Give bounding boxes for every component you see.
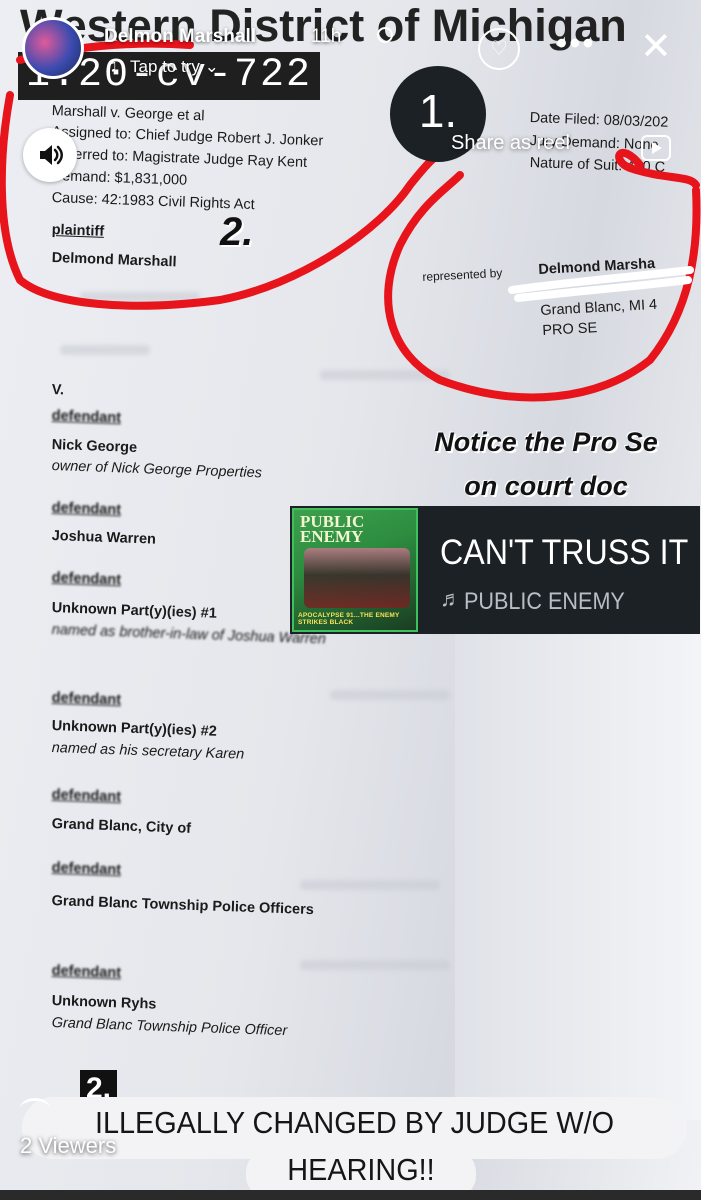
music-sticker[interactable]: PUBLIC ENEMY APOCALYPSE 91...THE ENEMY S… <box>290 506 700 634</box>
caption-line-2: HEARING!! <box>287 1152 435 1187</box>
annotation-marker-2: 2. <box>220 210 254 254</box>
chevron-down-icon: ⌄ <box>204 57 219 76</box>
notice-line-1: Notice the Pro Se <box>434 427 658 457</box>
more-options-icon[interactable]: ••• <box>556 27 596 59</box>
bottom-bar <box>0 1190 701 1200</box>
heart-icon[interactable]: ♡ <box>478 28 520 70</box>
redaction-scribble <box>508 266 694 302</box>
viewers-count[interactable]: 2 Viewers <box>20 1133 116 1159</box>
mute-toggle-button[interactable] <box>23 128 77 182</box>
album-subtitle: APOCALYPSE 91...THE ENEMY STRIKES BLACK <box>298 612 400 626</box>
avatar[interactable] <box>22 17 84 79</box>
reel-icon[interactable] <box>641 135 671 161</box>
album-art-figures <box>304 548 410 608</box>
story-viewer: Western District of Michigan 1:20-cv-722… <box>0 0 701 1200</box>
speaker-icon <box>40 145 63 165</box>
viewers-chevron-icon[interactable] <box>20 1098 50 1119</box>
tap-to-try-link[interactable]: Tap to try ⌄ <box>130 57 219 77</box>
close-icon[interactable]: ✕ <box>640 27 672 67</box>
share-as-reel-button[interactable]: Share as reel <box>451 132 570 155</box>
song-title: CAN'T TRUSS IT <box>440 533 689 572</box>
music-note-icon: ♬ <box>440 586 462 611</box>
music-note-icon: ♫ <box>104 56 118 76</box>
notice-sticker: Notice the Pro Se on court doc <box>396 420 696 508</box>
clock-icon <box>377 27 393 43</box>
tap-to-try-label: Tap to try <box>130 57 200 76</box>
album-title: PUBLIC ENEMY <box>300 512 365 546</box>
user-name[interactable]: Delmon Marshall <box>104 26 256 48</box>
artist-name: PUBLIC ENEMY <box>464 588 625 615</box>
notice-line-2: on court doc <box>464 471 628 501</box>
caption-line-1: ILLEGALLY CHANGED BY JUDGE W/O <box>94 1105 615 1140</box>
post-time: 11h <box>311 26 342 47</box>
album-cover: PUBLIC ENEMY APOCALYPSE 91...THE ENEMY S… <box>292 508 418 632</box>
